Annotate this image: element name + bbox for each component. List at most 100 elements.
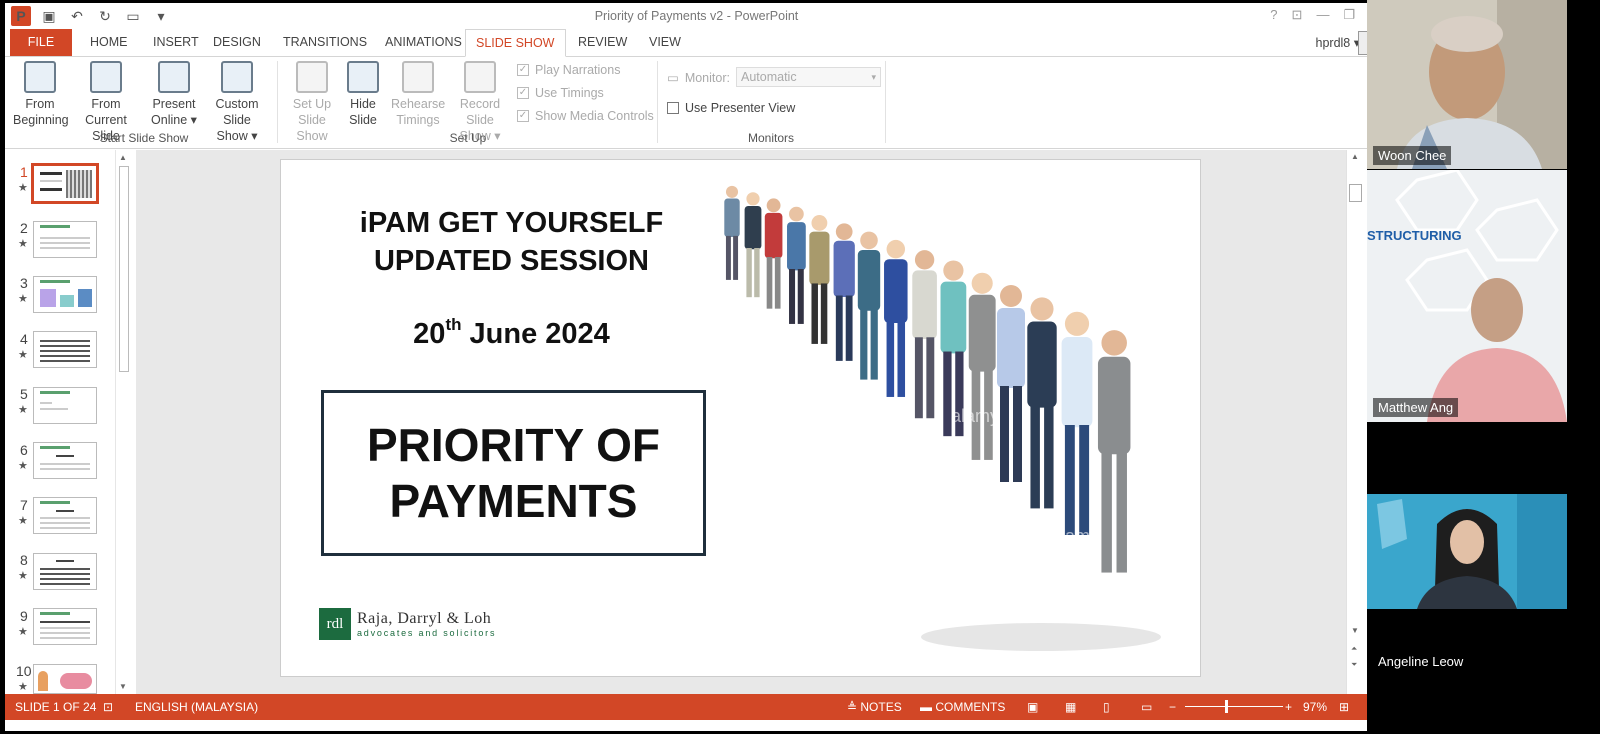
- chevron-down-icon: ▾: [871, 72, 876, 82]
- tab-file[interactable]: FILE: [10, 29, 72, 56]
- participant-video-icon: [1367, 494, 1567, 609]
- zoom-out-icon[interactable]: −: [1169, 700, 1176, 714]
- show-media-controls-checkbox[interactable]: ✓ Show Media Controls: [517, 109, 654, 123]
- watermark-text: alamy: [951, 406, 999, 426]
- previous-slide-icon[interactable]: ⏶: [1351, 644, 1357, 654]
- slide-number: 8: [20, 552, 28, 568]
- slide-counter[interactable]: SLIDE 1 OF 24: [15, 700, 96, 714]
- participant-video-icon: [1367, 170, 1567, 422]
- present-online-button[interactable]: Present Online ▾: [149, 61, 199, 128]
- powerpoint-window: P ▣ ↶ ↻ ▭ ▾ Priority of Payments v2 - Po…: [5, 3, 1388, 731]
- slide-thumbnail-4[interactable]: [33, 331, 97, 368]
- tab-home[interactable]: HOME: [80, 29, 138, 56]
- participant-tile-1[interactable]: Woon Chee: [1367, 0, 1567, 169]
- hide-slide-button[interactable]: Hide Slide: [345, 61, 381, 128]
- tab-animations[interactable]: ANIMATIONS: [375, 29, 472, 56]
- slide-thumbnail-6[interactable]: [33, 442, 97, 479]
- participant-tile-3[interactable]: [1367, 494, 1567, 609]
- window-controls: ? ⊡ — ❐ ✕: [1270, 7, 1380, 23]
- tab-view[interactable]: VIEW: [639, 29, 691, 56]
- slide-thumbnail-5[interactable]: [33, 387, 97, 424]
- tab-slide-show[interactable]: SLIDE SHOW: [465, 29, 566, 57]
- zoom-level[interactable]: 97%: [1303, 700, 1327, 714]
- animation-star-icon: ★: [18, 293, 28, 305]
- rehearse-timings-button[interactable]: Rehearse Timings: [391, 61, 445, 128]
- stopwatch-icon: [402, 61, 434, 93]
- zoom-in-icon[interactable]: +: [1285, 700, 1292, 714]
- firm-logo[interactable]: rdl Raja, Darryl & Loh advocates and sol…: [319, 608, 496, 640]
- slideshow-view-icon[interactable]: ▭: [1141, 700, 1152, 714]
- business-people-illustration[interactable]: alamy alamy: [711, 182, 1181, 658]
- slide-date[interactable]: 20th June 2024: [323, 315, 700, 351]
- slide-thumbnail-1[interactable]: [31, 163, 99, 204]
- help-icon[interactable]: ?: [1270, 7, 1277, 23]
- slideshow-current-icon: [90, 61, 122, 93]
- zoom-slider-thumb[interactable]: [1225, 700, 1228, 713]
- participant-tile-2[interactable]: STRUCTURING Matthew Ang: [1367, 170, 1567, 422]
- status-bar: SLIDE 1 OF 24 ⊡ ENGLISH (MALAYSIA) ≜ NOT…: [5, 694, 1388, 720]
- play-narrations-checkbox[interactable]: ✓ Play Narrations: [517, 63, 620, 77]
- participant-name: Matthew Ang: [1373, 398, 1459, 417]
- scrollbar-thumb[interactable]: [119, 166, 129, 372]
- ribbon-tabs: FILE HOME INSERT DESIGN TRANSITIONS ANIM…: [5, 29, 1388, 57]
- monitor-dropdown[interactable]: Automatic ▾: [736, 67, 881, 87]
- globe-present-icon: [158, 61, 190, 93]
- rdl-logo-mark: rdl: [319, 608, 351, 640]
- scroll-up-icon[interactable]: ▲: [1351, 152, 1359, 161]
- animation-star-icon: ★: [18, 626, 28, 638]
- use-timings-checkbox[interactable]: ✓ Use Timings: [517, 86, 604, 100]
- slide-thumbnail-9[interactable]: [33, 608, 97, 645]
- animation-star-icon: ★: [18, 515, 28, 527]
- notes-button[interactable]: ≜ NOTES: [847, 700, 902, 714]
- slide-number: 4: [20, 331, 28, 347]
- custom-show-icon: [221, 61, 253, 93]
- minimize-icon[interactable]: —: [1316, 7, 1329, 23]
- scroll-up-icon[interactable]: ▲: [119, 153, 127, 162]
- slide-editing-pane: iPAM GET YOURSELF UPDATED SESSION 20th J…: [136, 150, 1346, 694]
- checkmark-icon: ✓: [517, 87, 529, 99]
- slide-thumbnail-10[interactable]: [33, 664, 97, 694]
- group-separator: [657, 61, 658, 143]
- animation-star-icon: ★: [18, 182, 28, 194]
- scroll-down-icon[interactable]: ▼: [119, 682, 127, 691]
- group-label-setup: Set Up: [449, 131, 487, 145]
- zoom-slider[interactable]: [1185, 706, 1283, 707]
- tab-design[interactable]: DESIGN: [203, 29, 271, 56]
- slide-heading-box[interactable]: PRIORITY OF PAYMENTS: [321, 390, 706, 556]
- fit-slide-icon[interactable]: ⊞: [1339, 700, 1349, 714]
- slide-thumbnail-3[interactable]: [33, 276, 97, 313]
- next-slide-icon[interactable]: ⏷: [1351, 660, 1357, 670]
- animation-star-icon: ★: [18, 404, 28, 416]
- use-presenter-view-checkbox[interactable]: Use Presenter View: [667, 101, 795, 115]
- thumbnail-scrollbar[interactable]: ▲ ▼: [115, 150, 131, 694]
- firm-tagline: advocates and solicitors: [357, 628, 497, 638]
- account-name[interactable]: hprdl8 ▾: [1316, 35, 1361, 50]
- setup-show-icon: [296, 61, 328, 93]
- language-indicator[interactable]: ENGLISH (MALAYSIA): [135, 700, 258, 714]
- title-bar: P ▣ ↶ ↻ ▭ ▾ Priority of Payments v2 - Po…: [5, 3, 1388, 29]
- monitor-icon: ▭: [667, 71, 679, 85]
- slide-thumbnail-8[interactable]: [33, 553, 97, 590]
- slide-thumbnail-7[interactable]: [33, 497, 97, 534]
- scroll-down-icon[interactable]: ▼: [1351, 626, 1359, 635]
- tab-review[interactable]: REVIEW: [568, 29, 637, 56]
- slide-scrollbar[interactable]: ▲ ▼ ⏶ ⏷: [1346, 150, 1364, 694]
- slide-sorter-icon[interactable]: ▦: [1065, 700, 1076, 714]
- animation-star-icon: ★: [18, 238, 28, 250]
- restore-icon[interactable]: ❐: [1343, 7, 1355, 23]
- current-slide[interactable]: iPAM GET YOURSELF UPDATED SESSION 20th J…: [280, 159, 1201, 677]
- tab-insert[interactable]: INSERT: [143, 29, 209, 56]
- spellcheck-icon[interactable]: ⊡: [103, 700, 113, 714]
- normal-view-icon[interactable]: ▣: [1027, 700, 1038, 714]
- animation-star-icon: ★: [18, 681, 28, 693]
- from-beginning-button[interactable]: From Beginning: [13, 61, 69, 128]
- slide-thumbnail-2[interactable]: [33, 221, 97, 258]
- slide-number: 6: [20, 442, 28, 458]
- comments-button[interactable]: ▬ COMMENTS: [920, 700, 1005, 714]
- scrollbar-thumb[interactable]: [1349, 184, 1362, 202]
- ribbon-display-icon[interactable]: ⊡: [1292, 7, 1303, 23]
- tab-transitions[interactable]: TRANSITIONS: [273, 29, 377, 56]
- slide-title[interactable]: iPAM GET YOURSELF UPDATED SESSION: [323, 204, 700, 280]
- reading-view-icon[interactable]: ▯: [1103, 700, 1110, 714]
- slide-number: 2: [20, 220, 28, 236]
